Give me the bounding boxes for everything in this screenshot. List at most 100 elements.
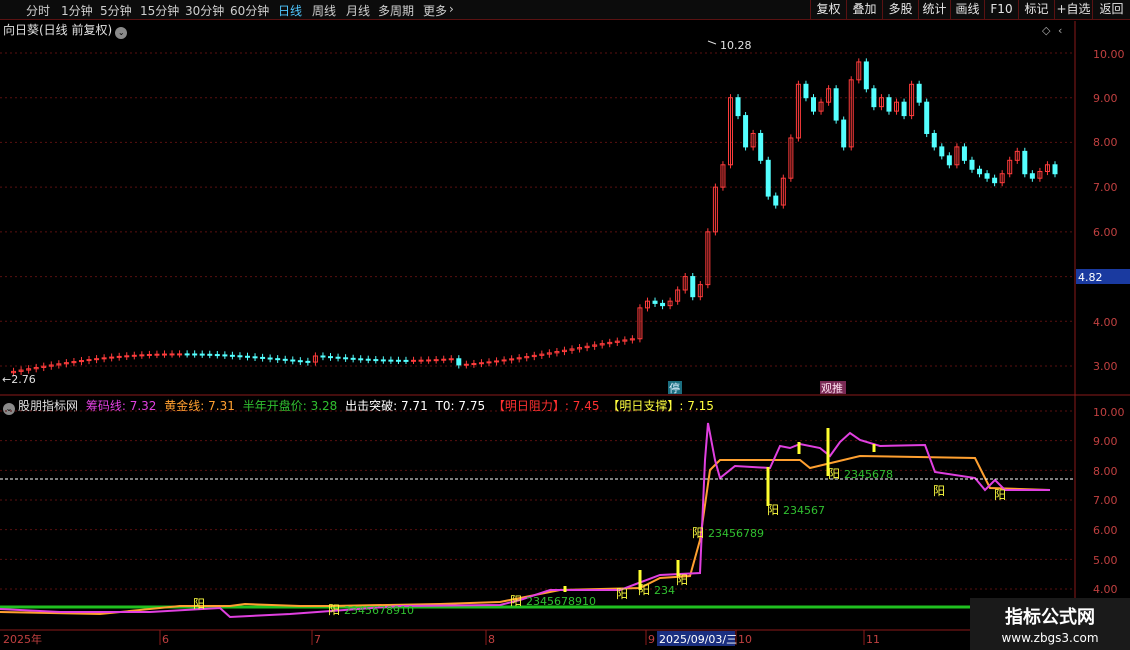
- cursor-date: 2025/09/03/三: [659, 633, 737, 646]
- candle-body: [380, 359, 386, 362]
- candle-body: [992, 177, 998, 184]
- y-tick: 10.00: [1093, 48, 1125, 61]
- candle-body: [124, 355, 130, 358]
- candle-body: [411, 359, 417, 362]
- x-tick: 6: [162, 633, 169, 646]
- candle-body: [94, 358, 100, 361]
- y-tick: 3.00: [1093, 360, 1118, 373]
- candle-body: [448, 358, 454, 361]
- candle-body: [1029, 173, 1035, 179]
- candle-body: [939, 146, 945, 157]
- signal-label: 阳: [933, 484, 945, 498]
- candle-body: [969, 159, 975, 170]
- candle-body: [101, 357, 107, 360]
- x-tick: 10: [738, 633, 752, 646]
- candle-body: [403, 359, 409, 362]
- candle-body: [441, 358, 447, 361]
- candle-body: [207, 353, 213, 356]
- signal-sub: 234: [654, 584, 675, 597]
- signal-sub: 234567: [783, 504, 825, 517]
- candle-body: [924, 101, 930, 134]
- high-marker: [707, 40, 717, 45]
- signal-label: 阳: [994, 488, 1006, 502]
- candle-body: [237, 355, 243, 358]
- signal-label: 阳: [767, 503, 779, 517]
- y-tick: 9.00: [1093, 435, 1118, 448]
- candle-body: [350, 357, 356, 360]
- candle-body: [931, 132, 937, 148]
- y-tick: 5.00: [1093, 554, 1118, 567]
- candle-body: [690, 276, 696, 298]
- signal-labels: 阳 阳 2345678910 阳 2345678910 阳 阳 234 阳 阳 …: [193, 467, 1006, 617]
- candle-body: [373, 359, 379, 362]
- chart-canvas[interactable]: 10.00 9.00 8.00 7.00 6.00 4.00 3.00 4.82…: [0, 0, 1130, 650]
- signal-label: 阳: [828, 467, 840, 481]
- candle-body: [139, 354, 145, 357]
- main-y-axis: 10.00 9.00 8.00 7.00 6.00 4.00 3.00: [1093, 48, 1125, 373]
- candle-body: [773, 195, 779, 206]
- candle-body: [177, 353, 183, 356]
- candle-body: [328, 356, 334, 359]
- candle-body: [86, 359, 92, 362]
- candle-body: [1052, 164, 1058, 175]
- high-label: 10.28: [720, 39, 752, 52]
- candle-body: [765, 159, 771, 197]
- candle-body: [433, 359, 439, 362]
- candle-body: [184, 353, 190, 356]
- signal-sub: 2345678910: [344, 604, 414, 617]
- candle-body: [463, 363, 469, 366]
- candle-body: [486, 361, 492, 364]
- y-tick: 9.00: [1093, 92, 1118, 105]
- current-price-label: 4.82: [1078, 271, 1103, 284]
- candle-body: [335, 356, 341, 359]
- candle-body: [199, 353, 205, 356]
- x-tick: 9: [648, 633, 655, 646]
- candle-body: [297, 360, 303, 363]
- signal-sub: 2345678: [844, 468, 893, 481]
- candle-body: [811, 97, 817, 112]
- signal-label: 阳: [692, 526, 704, 540]
- candle-body: [652, 300, 658, 304]
- low-label: ←2.76: [2, 373, 36, 386]
- candle-body: [252, 356, 258, 359]
- x-tick: 7: [314, 633, 321, 646]
- candle-body: [260, 356, 266, 359]
- chevron-left-icon[interactable]: ‹: [1058, 24, 1062, 37]
- tag-stop: 停: [669, 381, 680, 395]
- tag-pos: 观推: [821, 381, 843, 395]
- y-tick: 7.00: [1093, 494, 1118, 507]
- y-tick: 4.00: [1093, 316, 1118, 329]
- candle-body: [282, 358, 288, 361]
- candle-body: [365, 358, 371, 361]
- x-axis-ticks: [159, 630, 865, 645]
- candle-body: [471, 363, 477, 366]
- candle-body: [418, 359, 424, 362]
- candle-body: [320, 355, 326, 358]
- candle-body: [116, 355, 122, 358]
- signal-label: 阳: [328, 603, 340, 617]
- candle-body: [388, 359, 394, 362]
- candle-body: [275, 358, 281, 361]
- candle-body: [984, 173, 990, 179]
- signal-label: 阳: [193, 597, 205, 611]
- x-tick: 2025年: [3, 632, 42, 646]
- candle-body: [395, 359, 401, 362]
- candle-body: [169, 353, 175, 356]
- candle-body: [758, 132, 764, 161]
- candle-body: [161, 353, 167, 356]
- candle-body: [833, 88, 839, 121]
- y-tick: 7.00: [1093, 181, 1118, 194]
- candle-body: [863, 61, 869, 90]
- candle-body: [916, 83, 922, 103]
- candle-body: [1022, 150, 1028, 175]
- candle-body: [244, 355, 250, 358]
- candle-body: [871, 88, 877, 108]
- candle-body: [660, 302, 666, 307]
- x-axis: 2025年 6 7 8 9 10 11: [3, 632, 880, 646]
- diamond-icon[interactable]: ◇: [1042, 24, 1051, 37]
- candle-body: [222, 354, 228, 357]
- candle-body: [267, 357, 273, 360]
- candle-body: [977, 168, 983, 175]
- y-tick: 6.00: [1093, 524, 1118, 537]
- y-tick: 4.00: [1093, 583, 1118, 596]
